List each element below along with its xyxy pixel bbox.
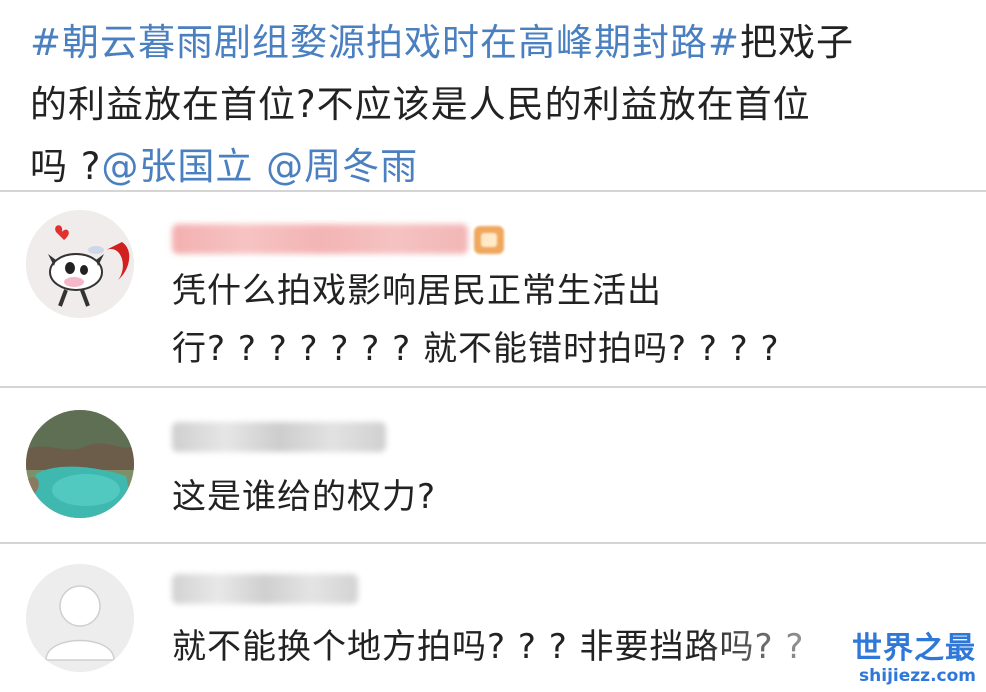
comment-text-line2: 行? ? ? ? ? ? ? 就不能错时拍吗? ? ? ? [172,329,780,369]
post-text-line3-prefix: 吗 ? [30,145,102,188]
avatar[interactable] [26,564,134,672]
vip-badge-icon [474,226,504,254]
landscape-icon [26,410,134,518]
blurred-username[interactable] [172,224,468,254]
avatar[interactable] [26,210,134,318]
default-user-icon [26,564,134,672]
mention-link-zhangguoli[interactable]: @张国立 [101,145,253,188]
watermark-fade [700,630,870,680]
watermark-site: shijiezz.com [859,666,976,686]
cartoon-cow-icon [26,210,134,318]
blurred-username[interactable] [172,574,358,604]
watermark: 世界之最 shijiezz.com [852,631,976,687]
topic-hashtag-link[interactable]: #朝云暮雨剧组婺源拍戏时在高峰期封路# [30,21,740,64]
comment-item: 这是谁给的权力? [0,388,986,540]
post-text: #朝云暮雨剧组婺源拍戏时在高峰期封路#把戏子 的利益放在首位?不应该是人民的利益… [0,0,986,188]
blurred-username[interactable] [172,422,386,452]
comment-text-line1: 这是谁给的权力? [172,477,437,517]
comment-text-line1: 凭什么拍戏影响居民正常生活出 [172,271,662,311]
post-text-line2: 的利益放在首位?不应该是人民的利益放在首位 [30,83,811,126]
watermark-title: 世界之最 [852,631,976,666]
avatar[interactable] [26,410,134,518]
post-text-line1-tail: 把戏子 [740,21,855,64]
mention-link-zhoudongyu[interactable]: @周冬雨 [266,145,418,188]
comment-item: 凭什么拍戏影响居民正常生活出 行? ? ? ? ? ? ? 就不能错时拍吗? ?… [0,192,986,384]
